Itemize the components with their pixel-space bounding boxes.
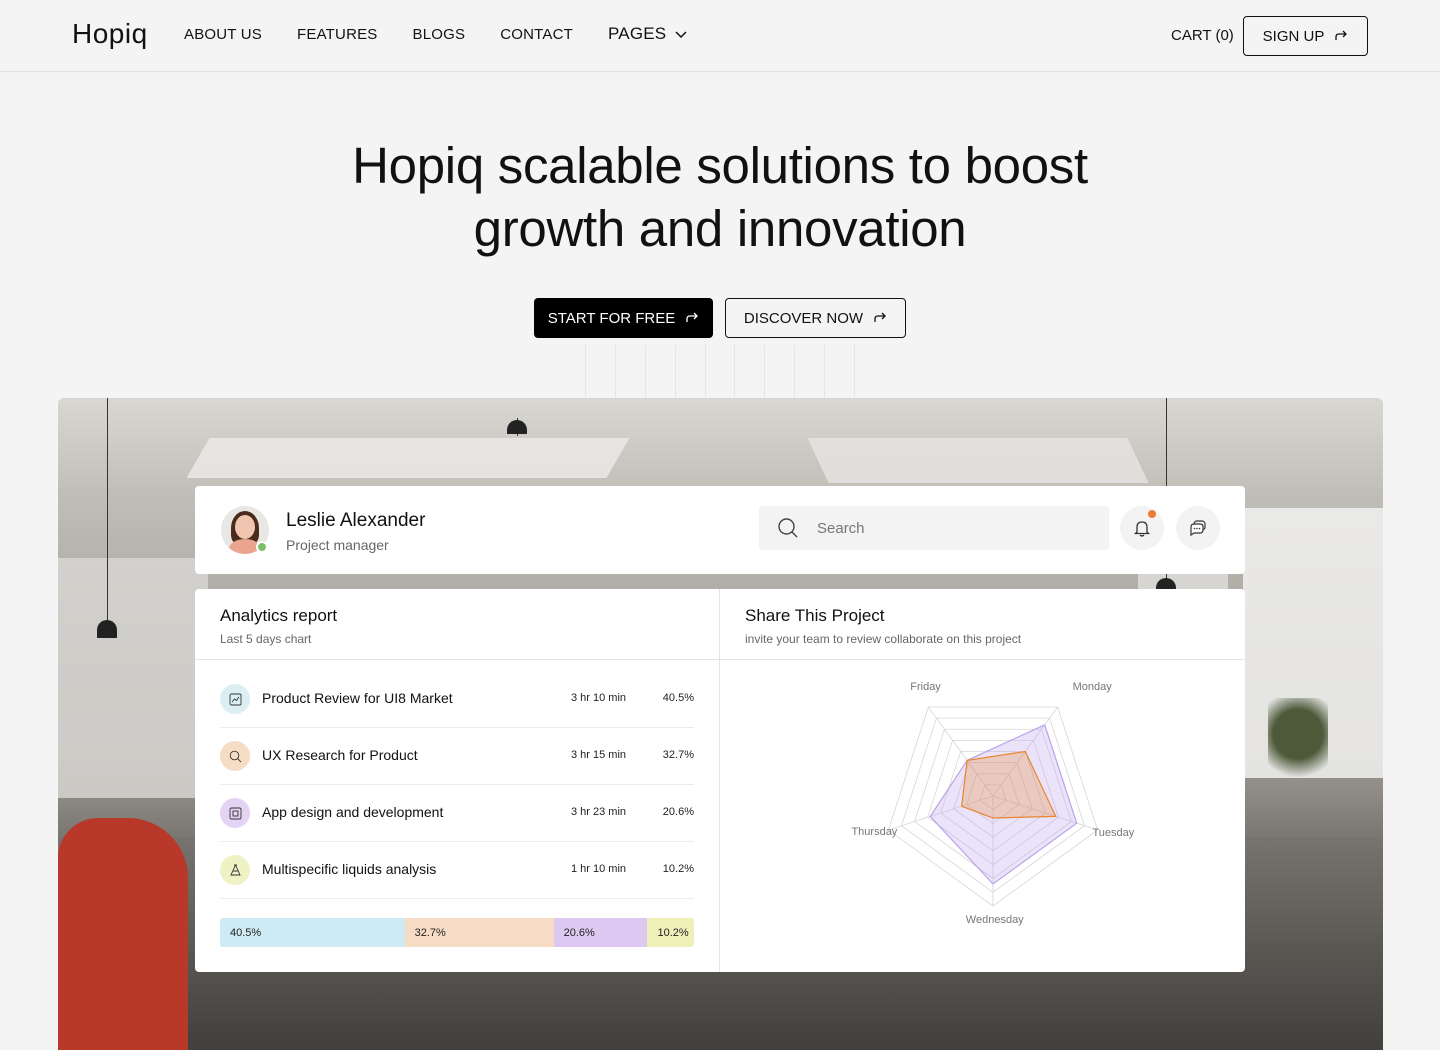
item-label: App design and development — [262, 804, 444, 820]
item-time: 3 hr 23 min — [571, 806, 627, 818]
hero-buttons: START FOR FREE DISCOVER NOW — [534, 298, 906, 338]
discover-now-button[interactable]: DISCOVER NOW — [725, 298, 906, 338]
list-item[interactable]: Multispecific liquids analysis 1 hr 10 m… — [220, 842, 694, 899]
search-box[interactable] — [759, 506, 1109, 550]
share-subtitle: invite your team to review collaborate o… — [745, 632, 1022, 646]
share-title: Share This Project — [745, 606, 885, 625]
chat-icon — [1190, 520, 1206, 537]
nav-features[interactable]: FEATURES — [297, 26, 378, 44]
notifications-button[interactable] — [1120, 506, 1164, 550]
messages-button[interactable] — [1176, 506, 1220, 550]
item-label: UX Research for Product — [262, 747, 418, 763]
profile-name: Leslie Alexander — [286, 510, 426, 531]
list-item[interactable]: App design and development 3 hr 23 min 2… — [220, 785, 694, 842]
bell-icon — [1133, 521, 1151, 537]
profile-role: Project manager — [286, 537, 389, 553]
nav-links: ABOUT US FEATURES BLOGS CONTACT PAGES — [184, 24, 688, 44]
hero-title: Hopiq scalable solutions to boost growth… — [0, 134, 1440, 260]
search-icon — [778, 518, 798, 538]
search-icon — [220, 741, 250, 771]
nav-blogs[interactable]: BLOGS — [413, 26, 466, 44]
list-item[interactable]: UX Research for Product 3 hr 15 min 32.7… — [220, 728, 694, 785]
bar-segment: 40.5% — [220, 918, 405, 947]
bar-segment: 20.6% — [553, 918, 648, 947]
logo[interactable]: Hopiq — [72, 18, 148, 50]
item-time: 3 hr 15 min — [571, 749, 627, 761]
flask-icon — [220, 855, 250, 885]
signup-button[interactable]: SIGN UP — [1243, 16, 1368, 56]
bar-segment: 10.2% — [647, 918, 694, 947]
item-percent: 10.2% — [662, 863, 694, 875]
item-percent: 20.6% — [662, 806, 694, 818]
stacked-progress-bar: 40.5% 32.7% 20.6% 10.2% — [220, 918, 694, 947]
layers-icon — [220, 798, 250, 828]
analytics-list: Product Review for UI8 Market 3 hr 10 mi… — [220, 671, 694, 899]
cart-link[interactable]: CART (0) — [1171, 27, 1234, 44]
radar-axis-label: Monday — [1073, 681, 1113, 693]
discover-now-label: DISCOVER NOW — [743, 309, 864, 327]
radar-axis-label: Thursday — [851, 826, 897, 838]
bar-segment: 32.7% — [404, 918, 554, 947]
radar-chart: Monday Tuesday Wednesday Thursday Friday — [851, 681, 1134, 926]
top-nav: Hopiq ABOUT US FEATURES BLOGS CONTACT PA… — [0, 0, 1440, 72]
decorative-lines — [585, 345, 855, 400]
item-time: 1 hr 10 min — [571, 863, 627, 875]
radar-axis-label: Tuesday — [1092, 827, 1134, 839]
profile-card: Leslie Alexander Project manager — [195, 486, 1245, 574]
nav-pages-dropdown[interactable]: PAGES — [608, 24, 688, 44]
analytics-title: Analytics report — [220, 606, 338, 625]
nav-about-us[interactable]: ABOUT US — [184, 26, 262, 44]
online-status-dot — [256, 541, 268, 553]
chart-icon — [220, 684, 250, 714]
chevron-down-icon — [675, 31, 687, 39]
signup-label: SIGN UP — [1262, 27, 1325, 45]
item-percent: 32.7% — [662, 749, 694, 761]
item-percent: 40.5% — [662, 692, 694, 704]
hero-title-line2: growth and innovation — [473, 200, 967, 257]
nav-contact[interactable]: CONTACT — [500, 26, 573, 44]
search-input[interactable] — [817, 518, 1087, 538]
analytics-subtitle: Last 5 days chart — [220, 632, 312, 646]
nav-pages-label: PAGES — [608, 24, 667, 43]
dashboard-card: Analytics report Last 5 days chart Share… — [195, 589, 1245, 972]
item-time: 3 hr 10 min — [571, 692, 627, 704]
hero-title-line1: Hopiq scalable solutions to boost — [352, 137, 1088, 194]
arrow-redirect-icon — [1335, 30, 1348, 40]
start-for-free-label: START FOR FREE — [547, 309, 676, 327]
radar-axis-label: Friday — [910, 681, 941, 693]
radar-axis-label: Wednesday — [966, 914, 1024, 926]
arrow-redirect-icon — [686, 312, 699, 322]
arrow-redirect-icon — [874, 312, 887, 322]
list-item[interactable]: Product Review for UI8 Market 3 hr 10 mi… — [220, 671, 694, 728]
start-for-free-button[interactable]: START FOR FREE — [534, 298, 713, 338]
item-label: Multispecific liquids analysis — [262, 861, 437, 877]
notification-badge-dot — [1148, 510, 1156, 518]
item-label: Product Review for UI8 Market — [262, 690, 453, 706]
